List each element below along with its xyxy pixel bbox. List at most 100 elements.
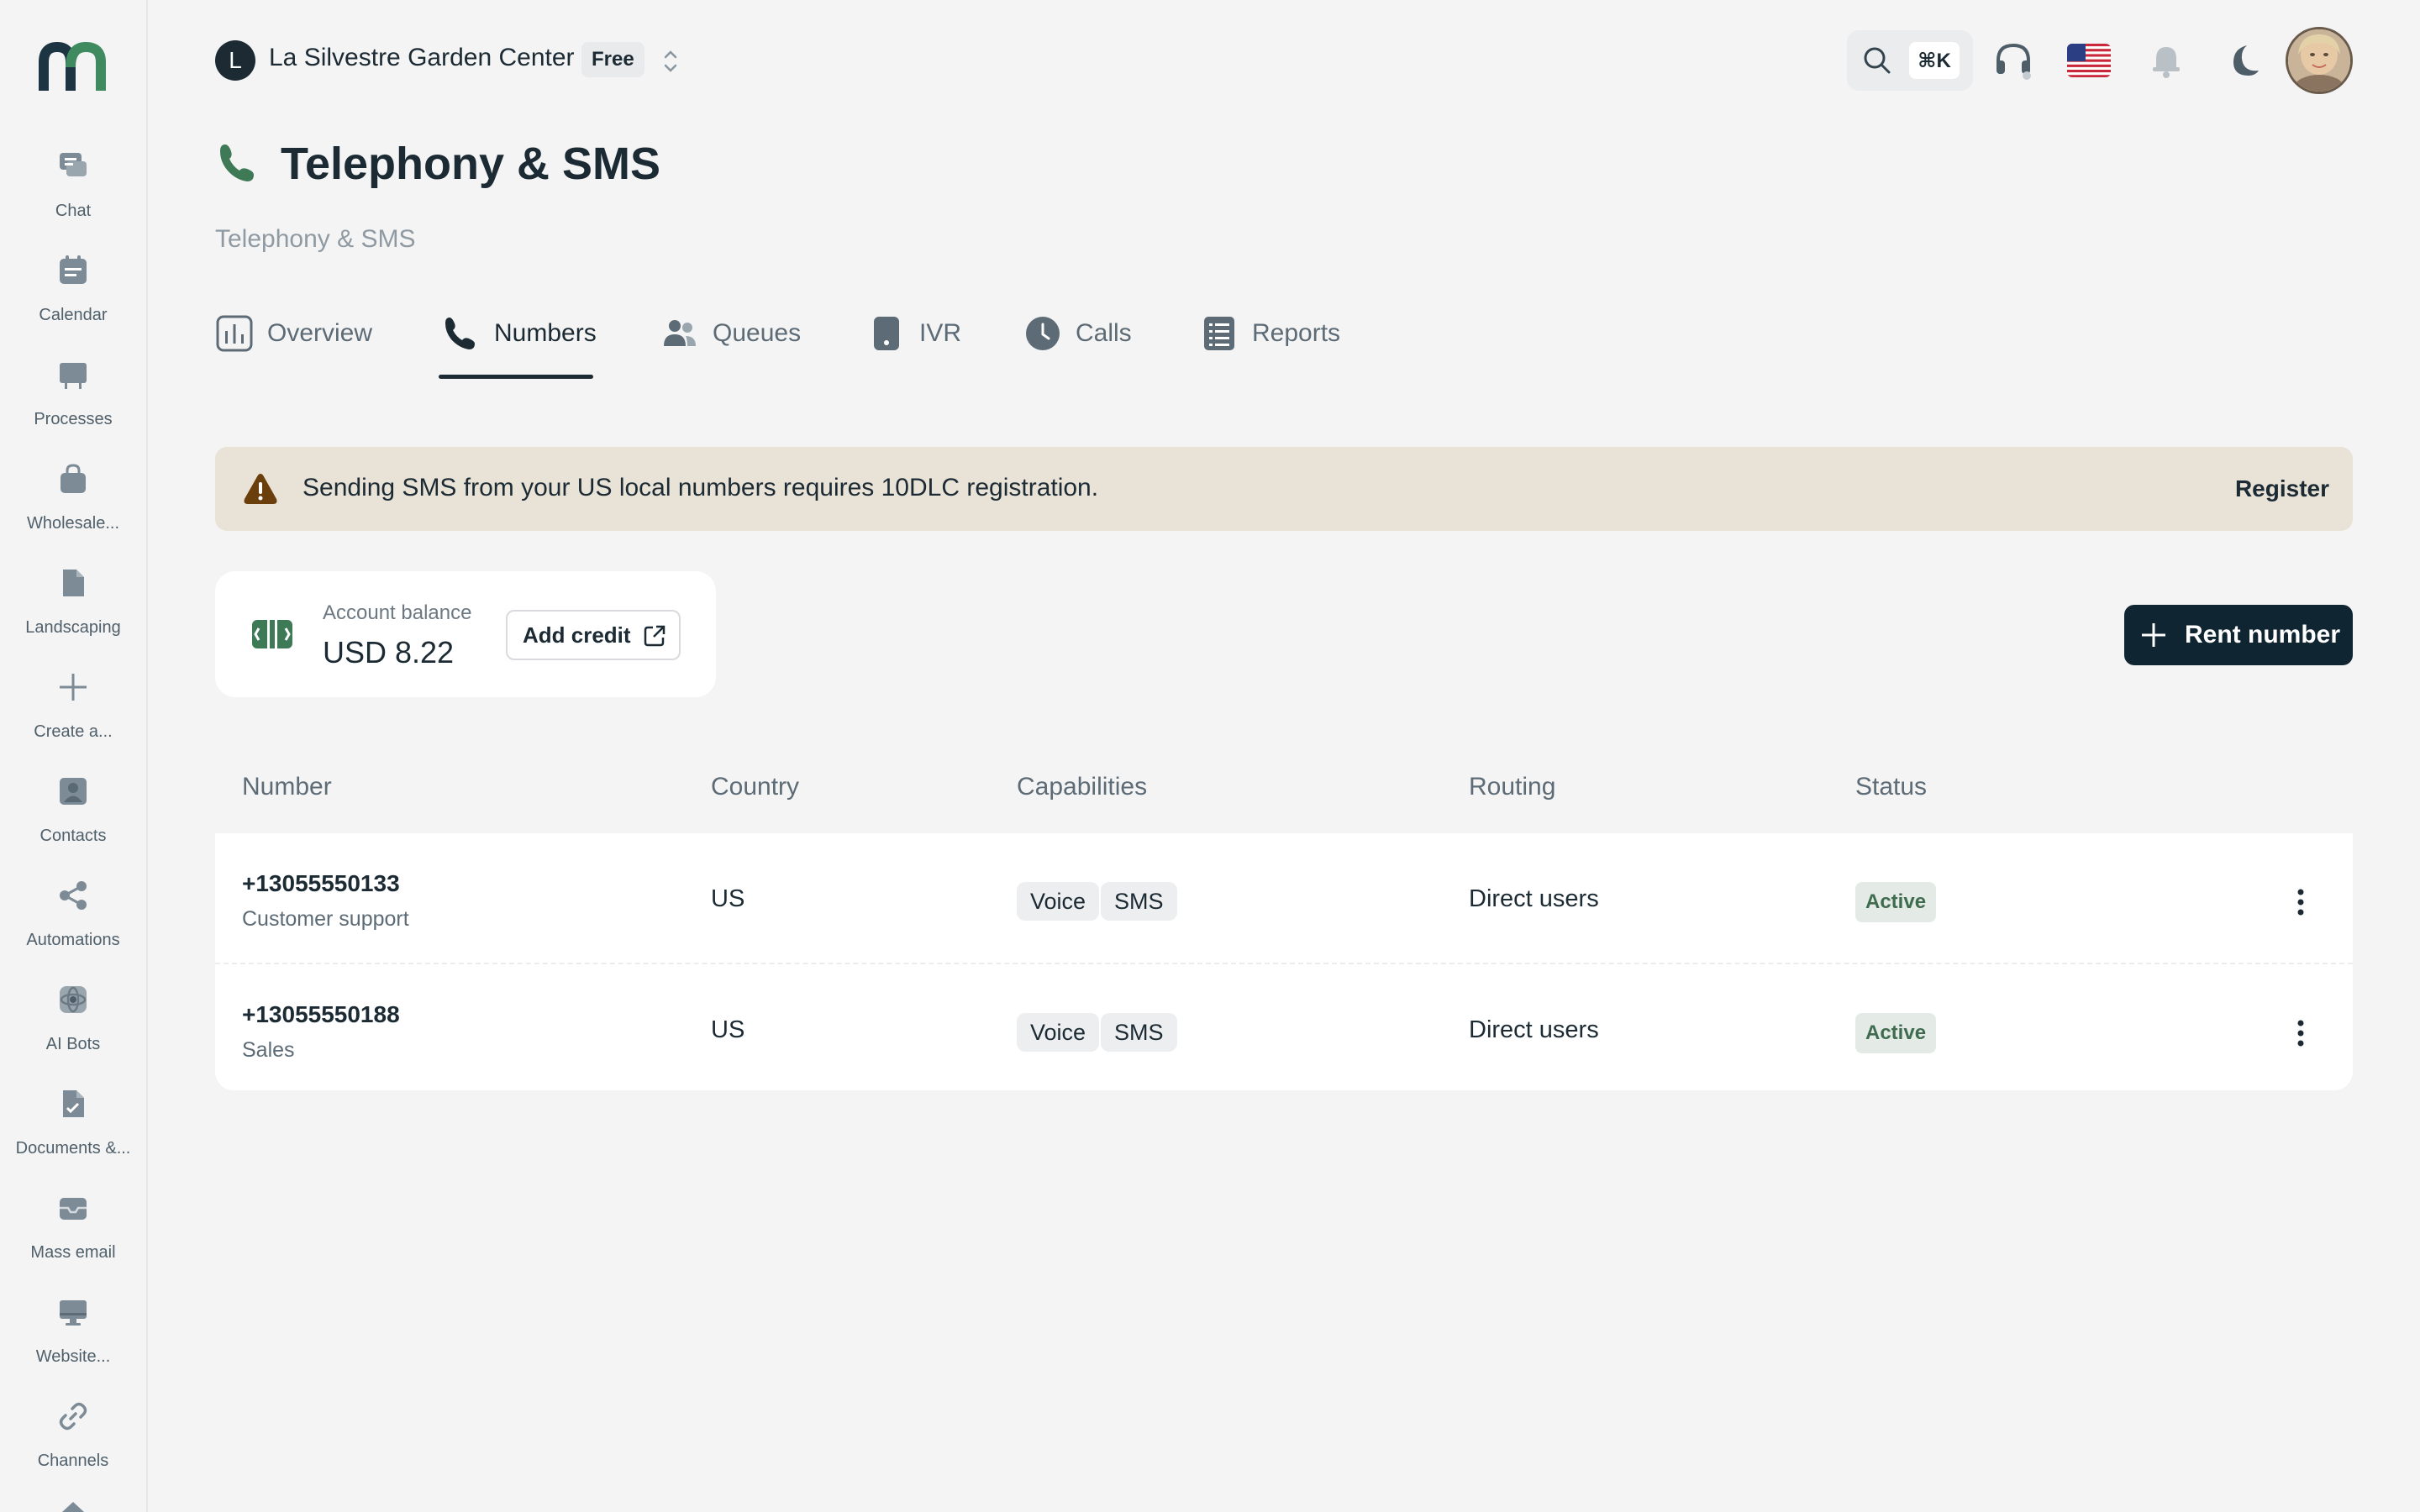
phone-icon xyxy=(220,144,254,181)
table-header: Number Country Capabilities Routing Stat… xyxy=(215,746,2353,833)
table-row[interactable]: +13055550188 Sales US Voice SMS Direct u… xyxy=(215,963,2353,1090)
tab-label: IVR xyxy=(919,319,962,347)
status-badge: Active xyxy=(1855,1013,1937,1053)
sidebar-item-label: Create a... xyxy=(34,722,113,741)
column-header-capabilities[interactable]: Capabilities xyxy=(1017,773,1147,801)
users-icon xyxy=(664,320,696,346)
sidebar-item-label: Processes xyxy=(34,410,113,428)
sidebar-item-label: Chat xyxy=(55,202,92,220)
phone-number: +13055550188 xyxy=(242,1001,400,1027)
sidebar-item-label: Wholesale... xyxy=(26,514,120,533)
phone-number: +13055550133 xyxy=(242,870,400,896)
sidebar-item-label: Contacts xyxy=(39,827,107,845)
us-flag-icon[interactable] xyxy=(2065,40,2112,81)
sidebar-item-chat[interactable]: Chat xyxy=(0,148,146,252)
rent-number-button[interactable]: Rent number xyxy=(2124,605,2353,665)
breadcrumb: Telephony & SMS xyxy=(215,225,416,253)
plus-icon xyxy=(55,669,92,706)
sidebar-item-label: Calendar xyxy=(39,306,108,324)
register-link[interactable]: Register xyxy=(2235,475,2329,502)
money-icon xyxy=(252,620,292,648)
shortcut-hint: ⌘K xyxy=(1909,42,1960,79)
more-vertical-icon[interactable] xyxy=(2282,882,2319,922)
sidebar-item-website[interactable]: Website... xyxy=(0,1294,146,1398)
sidebar-item-automations[interactable]: Automations xyxy=(0,877,146,981)
sidebar-item-ai-bots[interactable]: AI Bots xyxy=(0,981,146,1085)
tab-queues[interactable]: Queues xyxy=(660,314,801,381)
tab-calls[interactable]: Calls xyxy=(1023,314,1132,381)
routing-cell: Direct users xyxy=(1469,1016,1599,1043)
search-button[interactable]: ⌘K xyxy=(1847,30,1973,91)
add-credit-button[interactable]: Add credit xyxy=(506,610,681,660)
more-vertical-icon[interactable] xyxy=(2282,1013,2319,1053)
rent-number-label: Rent number xyxy=(2185,621,2341,648)
sidebar-item-landscaping[interactable]: Landscaping xyxy=(0,564,146,669)
column-header-country[interactable]: Country xyxy=(711,773,799,801)
document-icon xyxy=(55,1085,92,1122)
org-name[interactable]: La Silvestre Garden Center xyxy=(269,44,575,72)
bag-icon xyxy=(55,460,92,497)
balance-value: USD 8.22 xyxy=(323,635,455,669)
column-header-routing[interactable]: Routing xyxy=(1469,773,1555,801)
board-icon xyxy=(55,356,92,393)
column-header-number[interactable]: Number xyxy=(242,773,332,801)
10dlc-alert: Sending SMS from your US local numbers r… xyxy=(215,447,2353,531)
file-icon xyxy=(55,564,92,601)
sidebar-item-label: Channels xyxy=(37,1452,109,1470)
bell-icon[interactable] xyxy=(2146,40,2186,81)
moon-icon[interactable] xyxy=(2222,40,2262,81)
share-icon xyxy=(55,877,92,914)
capability-chip: Voice xyxy=(1017,1013,1100,1052)
ai-bot-icon xyxy=(55,981,92,1018)
tab-ivr[interactable]: IVR xyxy=(867,314,961,381)
sidebar-item-processes[interactable]: Processes xyxy=(0,356,146,460)
sidebar: Chat Calendar Processes Wholesale... Lan… xyxy=(0,0,148,1512)
country-cell: US xyxy=(711,885,745,912)
sidebar-item-label: Documents &... xyxy=(15,1139,131,1158)
sidebar-item-label: Website... xyxy=(35,1347,111,1366)
external-link-icon xyxy=(644,625,666,647)
org-avatar[interactable]: L xyxy=(215,40,255,81)
search-icon xyxy=(1864,47,1891,74)
balance-label: Account balance xyxy=(323,601,472,624)
user-avatar[interactable] xyxy=(2286,27,2353,94)
monitor-icon xyxy=(55,1294,92,1331)
sidebar-item-contacts[interactable]: Contacts xyxy=(0,773,146,877)
contact-icon xyxy=(55,773,92,810)
sidebar-item-wholesale[interactable]: Wholesale... xyxy=(0,460,146,564)
status-badge: Active xyxy=(1855,882,1937,922)
user-photo xyxy=(2288,29,2350,92)
sidebar-more-icon xyxy=(62,1502,84,1512)
link-icon xyxy=(55,1398,92,1435)
capability-chip: SMS xyxy=(1101,882,1177,921)
tab-reports[interactable]: Reports xyxy=(1200,314,1340,381)
routing-cell: Direct users xyxy=(1469,885,1599,912)
sidebar-item-channels[interactable]: Channels xyxy=(0,1398,146,1502)
sidebar-item-calendar[interactable]: Calendar xyxy=(0,252,146,356)
plan-badge: Free xyxy=(581,42,644,77)
sidebar-item-label: AI Bots xyxy=(45,1035,101,1053)
app-logo[interactable] xyxy=(39,42,108,92)
tab-label: Numbers xyxy=(494,319,597,347)
number-description: Customer support xyxy=(242,907,409,931)
page-title: Telephony & SMS xyxy=(281,139,661,189)
mail-icon xyxy=(55,1189,92,1226)
column-header-status[interactable]: Status xyxy=(1855,773,1927,801)
plus-icon xyxy=(2142,623,2165,647)
tab-overview[interactable]: Overview xyxy=(215,314,372,381)
tab-label: Queues xyxy=(713,319,802,347)
chat-icon xyxy=(55,148,92,185)
mobile-icon xyxy=(874,317,899,350)
chevron-up-down-icon[interactable] xyxy=(659,47,682,76)
table-row[interactable]: +13055550133 Customer support US Voice S… xyxy=(215,833,2353,963)
sidebar-item-create[interactable]: Create a... xyxy=(0,669,146,773)
number-description: Sales xyxy=(242,1038,295,1062)
calendar-icon xyxy=(55,252,92,289)
headset-icon[interactable] xyxy=(1993,40,2033,81)
warning-icon xyxy=(244,474,277,504)
sidebar-item-label: Automations xyxy=(26,931,120,949)
sidebar-item-mass-email[interactable]: Mass email xyxy=(0,1189,146,1294)
tab-numbers[interactable]: Numbers xyxy=(442,314,597,381)
tab-label: Calls xyxy=(1076,319,1132,347)
sidebar-item-documents[interactable]: Documents &... xyxy=(0,1085,146,1189)
